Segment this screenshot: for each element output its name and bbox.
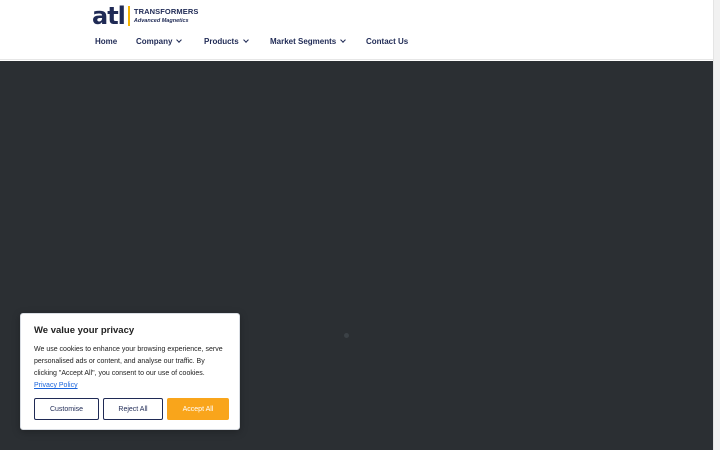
logo[interactable]: atl TRANSFORMERS Advanced Magnetics (92, 2, 199, 30)
privacy-policy-link[interactable]: Privacy Policy (34, 382, 78, 389)
logo-line-2: Advanced Magnetics (133, 17, 189, 24)
loading-indicator (344, 333, 349, 338)
logo-line-1: TRANSFORMERS (133, 6, 199, 16)
cookie-banner-actions: Customise Reject All Accept All (34, 398, 229, 420)
accept-all-button[interactable]: Accept All (167, 398, 229, 420)
nav-item-contact-us[interactable]: Contact Us (366, 37, 408, 46)
reject-all-button[interactable]: Reject All (103, 398, 163, 420)
cookie-consent-banner: We value your privacy We use cookies to … (20, 313, 240, 430)
nav-item-company[interactable]: Company (136, 37, 183, 46)
logo-text: TRANSFORMERS Advanced Magnetics (133, 6, 199, 25)
nav-item-home[interactable]: Home (95, 37, 117, 46)
chevron-down-icon (242, 37, 249, 43)
chevron-down-icon (340, 37, 347, 43)
page-scrollbar[interactable] (713, 0, 720, 450)
chevron-down-icon (176, 37, 183, 43)
logo-divider (127, 6, 130, 26)
customise-button[interactable]: Customise (34, 398, 99, 420)
nav-item-market-segments[interactable]: Market Segments (270, 37, 347, 46)
cookie-banner-body: We use cookies to enhance your browsing … (34, 346, 223, 377)
nav-item-label: Products (204, 37, 239, 46)
cookie-banner-text: We use cookies to enhance your browsing … (34, 344, 226, 392)
logo-mark: atl (92, 2, 126, 30)
nav-item-label: Company (136, 37, 173, 46)
nav-item-label: Home (95, 37, 118, 46)
nav-item-products[interactable]: Products (204, 37, 249, 46)
site-header: atl TRANSFORMERS Advanced Magnetics Home… (0, 0, 713, 60)
cookie-banner-title: We value your privacy (34, 325, 135, 336)
nav-item-label: Contact Us (366, 37, 409, 46)
nav-item-label: Market Segments (270, 37, 337, 46)
